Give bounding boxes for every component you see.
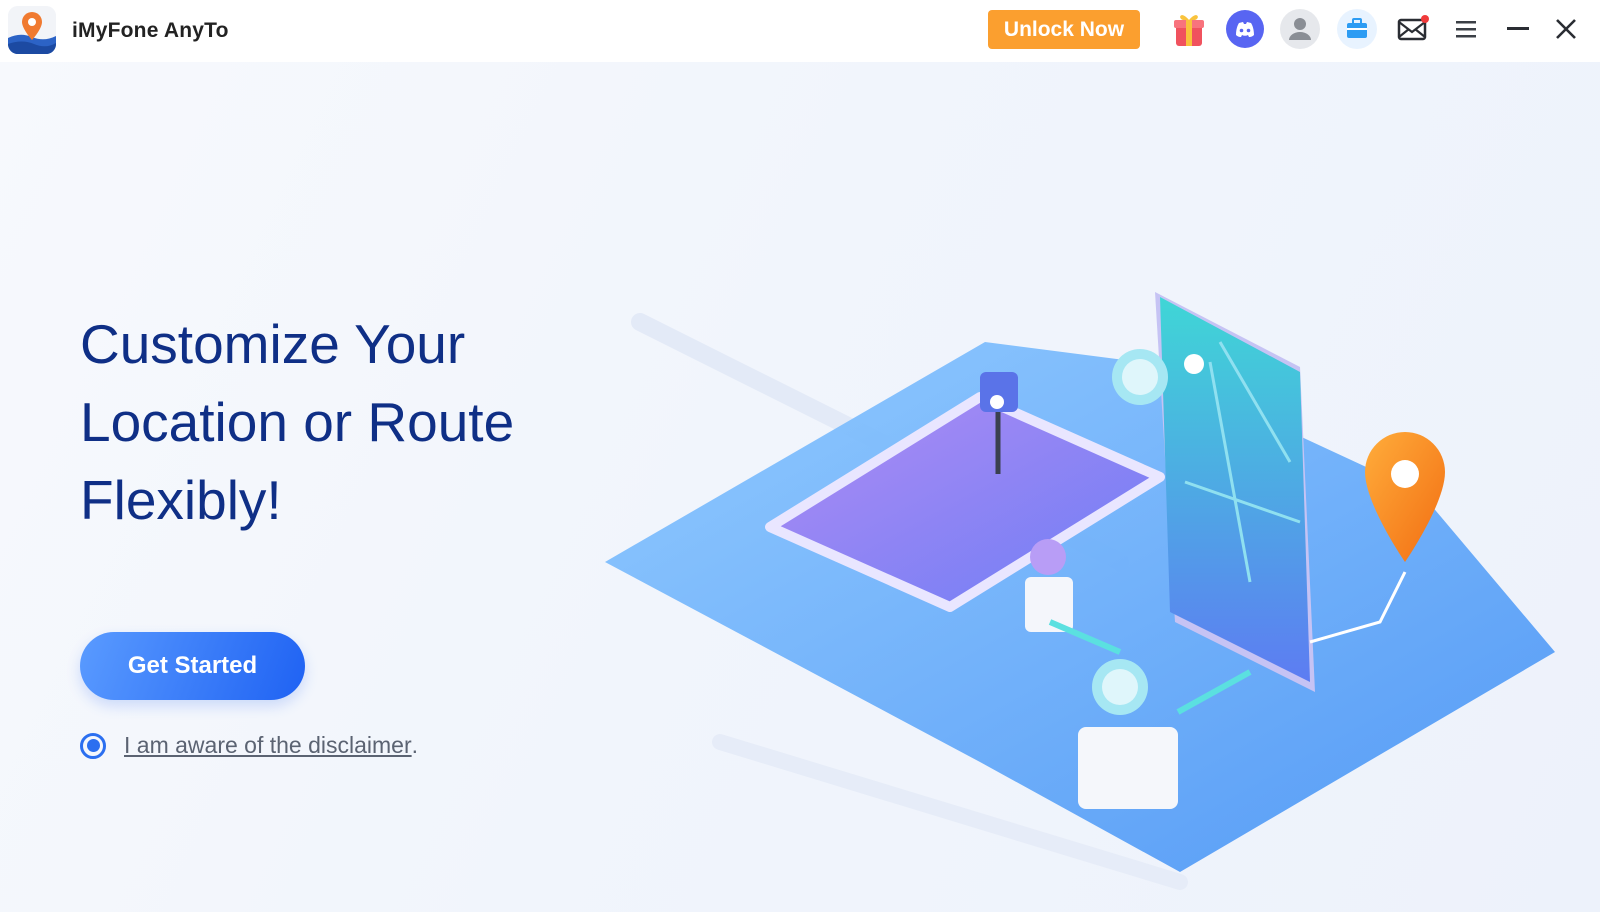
app-title: iMyFone AnyTo bbox=[72, 19, 229, 42]
close-icon[interactable] bbox=[1545, 8, 1587, 50]
toolbox-icon[interactable] bbox=[1336, 8, 1378, 50]
disclaimer-link[interactable]: I am aware of the disclaimer bbox=[124, 732, 412, 759]
headline: Customize Your Location or Route Flexibl… bbox=[80, 305, 640, 539]
hero-illustration bbox=[600, 182, 1600, 912]
unlock-now-button[interactable]: Unlock Now bbox=[988, 10, 1140, 49]
headline-line: Customize Your bbox=[80, 313, 466, 375]
get-started-button[interactable]: Get Started bbox=[80, 632, 305, 700]
minimize-icon[interactable] bbox=[1497, 8, 1539, 50]
menu-icon[interactable] bbox=[1446, 8, 1488, 50]
disclaimer-row: I am aware of the disclaimer . bbox=[80, 732, 418, 759]
gift-icon[interactable] bbox=[1168, 8, 1210, 50]
mail-icon[interactable] bbox=[1392, 8, 1434, 50]
discord-icon[interactable] bbox=[1224, 8, 1266, 50]
user-avatar-icon[interactable] bbox=[1279, 8, 1321, 50]
disclaimer-period: . bbox=[411, 732, 419, 758]
headline-line: Flexibly! bbox=[80, 469, 282, 531]
headline-line: Location or Route bbox=[80, 391, 515, 453]
title-bar: iMyFone AnyTo Unlock Now bbox=[0, 0, 1600, 62]
disclaimer-radio[interactable] bbox=[80, 732, 106, 759]
welcome-panel: Customize Your Location or Route Flexibl… bbox=[0, 62, 1600, 912]
app-logo-icon bbox=[8, 6, 56, 54]
